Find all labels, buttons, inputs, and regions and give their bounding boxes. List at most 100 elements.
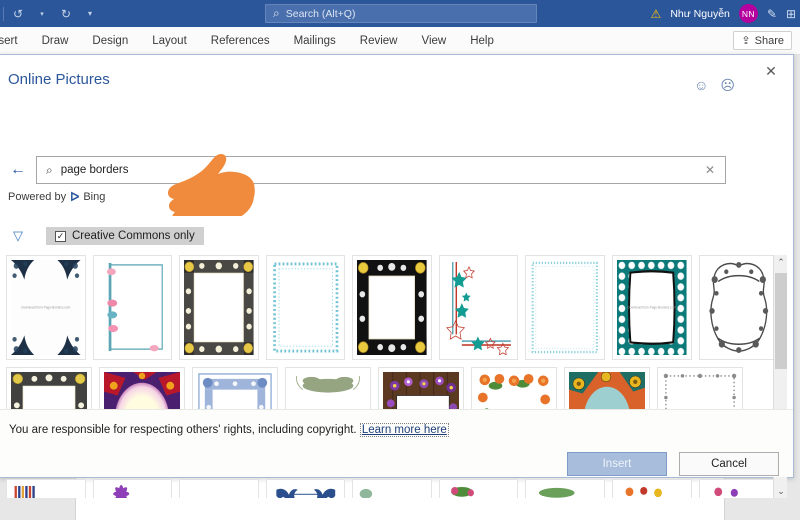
light-teal-dot-border: [530, 260, 600, 355]
online-pictures-dialog: Online Pictures ☺ ☹ ✕ ← ⌕ page borders ✕…: [0, 54, 794, 498]
cancel-button[interactable]: Cancel: [679, 452, 779, 476]
striped-ribbon-border: [11, 484, 81, 498]
creative-commons-filter-chip[interactable]: ✓ Creative Commons only: [46, 227, 204, 245]
share-label: Share: [754, 34, 784, 47]
sunflower-damask-border: [184, 260, 254, 355]
result-thumbnail[interactable]: [265, 479, 346, 498]
redo-icon[interactable]: ↻: [55, 3, 77, 25]
share-button[interactable]: ⇪ Share: [733, 31, 792, 50]
tab-mailings[interactable]: Mailings: [282, 35, 348, 47]
close-icon[interactable]: ✕: [762, 62, 780, 80]
tab-review[interactable]: Review: [348, 35, 410, 47]
creative-commons-label: Creative Commons only: [72, 230, 195, 242]
result-thumbnail[interactable]: [525, 479, 605, 498]
feedback-icons: ☺ ☹: [694, 77, 735, 94]
back-arrow-icon[interactable]: ←: [8, 161, 28, 179]
result-thumbnail[interactable]: [6, 479, 86, 498]
ribbon-tab-bar: nsert Draw Design Layout References Mail…: [0, 27, 800, 55]
insert-button[interactable]: Insert: [567, 452, 667, 476]
birds-teal-line-border: [97, 260, 168, 355]
tab-view[interactable]: View: [409, 35, 458, 47]
bing-label: Bing: [83, 191, 106, 203]
teal-stars-border: [443, 260, 514, 355]
warning-icon[interactable]: ⚠: [651, 8, 662, 20]
result-thumbnail[interactable]: Download from Page-Borders.com: [6, 255, 86, 360]
ornate-scroll-frame-border: [703, 260, 774, 355]
floral-strip-border: [443, 484, 514, 498]
dialog-title: Online Pictures: [8, 71, 110, 88]
footer-buttons: Insert Cancel: [567, 452, 779, 476]
search-input[interactable]: ⌕ page borders ✕: [36, 156, 726, 184]
result-thumbnail[interactable]: [438, 479, 519, 498]
result-thumbnail[interactable]: [698, 255, 778, 360]
dialog-search-row: ← ⌕ page borders ✕: [8, 156, 726, 184]
search-icon: ⌕: [273, 6, 280, 20]
result-thumbnail[interactable]: [179, 255, 259, 360]
word-window: ↺ ▾ ↻ ▾ Document1 - Word ⌕ Search (Alt+Q…: [0, 0, 800, 520]
smile-icon[interactable]: ☺: [694, 77, 708, 94]
result-thumbnail[interactable]: [179, 479, 259, 498]
tab-references[interactable]: References: [199, 35, 282, 47]
title-bar-right: ⚠ Như Nguyễn NN ✎ ⊞: [651, 0, 796, 27]
result-thumbnail[interactable]: [611, 479, 692, 498]
result-thumbnail[interactable]: [352, 255, 432, 360]
result-thumbnail[interactable]: [525, 255, 605, 360]
results-row: [6, 479, 778, 498]
account-name[interactable]: Như Nguyễn: [670, 8, 730, 20]
blue-swirl-border-wide: [270, 484, 341, 498]
clear-search-icon[interactable]: ✕: [699, 158, 721, 182]
filter-row: ▽ ✓ Creative Commons only: [8, 227, 204, 245]
pen-icon[interactable]: ✎: [767, 7, 777, 21]
dark-floral-corners-border: Download from Page-Borders.com: [11, 260, 81, 355]
word-search-placeholder: Search (Alt+Q): [285, 7, 356, 20]
colorful-strip-border: [616, 484, 687, 498]
tab-draw[interactable]: Draw: [30, 35, 81, 47]
tab-help[interactable]: Help: [458, 35, 506, 47]
filter-funnel-icon[interactable]: ▽: [8, 228, 28, 244]
copyright-notice-text: You are responsible for respecting other…: [9, 424, 357, 436]
title-bar: ↺ ▾ ↻ ▾ Document1 - Word ⌕ Search (Alt+Q…: [0, 0, 800, 27]
result-thumbnail[interactable]: [698, 479, 778, 498]
powered-by-label: Powered by: [8, 191, 67, 203]
tab-design[interactable]: Design: [80, 35, 140, 47]
result-thumbnail[interactable]: Download from Page-Borders.com: [611, 255, 692, 360]
thumbnail-caption: Download from Page-Borders.com: [21, 305, 71, 310]
tab-insert[interactable]: nsert: [0, 35, 30, 47]
result-thumbnail[interactable]: [265, 255, 346, 360]
pointer-hand-cursor: [166, 154, 258, 224]
dialog-footer: You are responsible for respecting other…: [0, 409, 793, 477]
learn-more-link[interactable]: Learn more here: [359, 423, 449, 437]
qat-divider: [3, 6, 4, 21]
copyright-notice: You are responsible for respecting other…: [9, 423, 449, 437]
black-floral-sunflower-border: [357, 260, 427, 355]
thumbnail-caption: Download from Page-Borders.com: [627, 305, 677, 310]
ribbon-display-options-icon[interactable]: ⊞: [786, 7, 796, 21]
undo-dropdown-icon[interactable]: ▾: [31, 3, 53, 25]
bing-logo-icon: ᐅ: [70, 190, 80, 204]
powered-by-bing: Powered by ᐅ Bing: [8, 190, 105, 204]
scrollbar-thumb[interactable]: [775, 273, 787, 369]
frown-icon[interactable]: ☹: [720, 77, 735, 94]
teal-polka-dot-border: Download from Page-Borders.com: [616, 260, 687, 355]
undo-icon[interactable]: ↺: [7, 3, 29, 25]
word-search-box[interactable]: ⌕ Search (Alt+Q): [265, 4, 537, 23]
scroll-up-icon[interactable]: ⌃: [774, 255, 788, 269]
scroll-down-icon[interactable]: ⌄: [774, 484, 788, 498]
results-row: Download from Page-Borders.com: [6, 255, 778, 360]
result-thumbnail[interactable]: [352, 479, 432, 498]
tab-layout[interactable]: Layout: [140, 35, 199, 47]
checkbox-icon[interactable]: ✓: [55, 230, 66, 242]
result-thumbnail[interactable]: [92, 479, 173, 498]
share-icon: ⇪: [741, 35, 751, 47]
customize-qat-icon[interactable]: ▾: [79, 3, 101, 25]
result-thumbnail[interactable]: [92, 255, 173, 360]
green-leaf-border: [357, 484, 427, 498]
purple-flower-border: [97, 484, 168, 498]
search-icon: ⌕: [46, 162, 53, 177]
result-thumbnail[interactable]: [438, 255, 519, 360]
blue-swirl-border: [184, 484, 254, 498]
quick-access-toolbar: ↺ ▾ ↻ ▾: [0, 3, 101, 25]
pink-floral-strip-border: [703, 484, 774, 498]
green-vine-strip-border: [530, 484, 600, 498]
avatar[interactable]: NN: [738, 4, 758, 23]
